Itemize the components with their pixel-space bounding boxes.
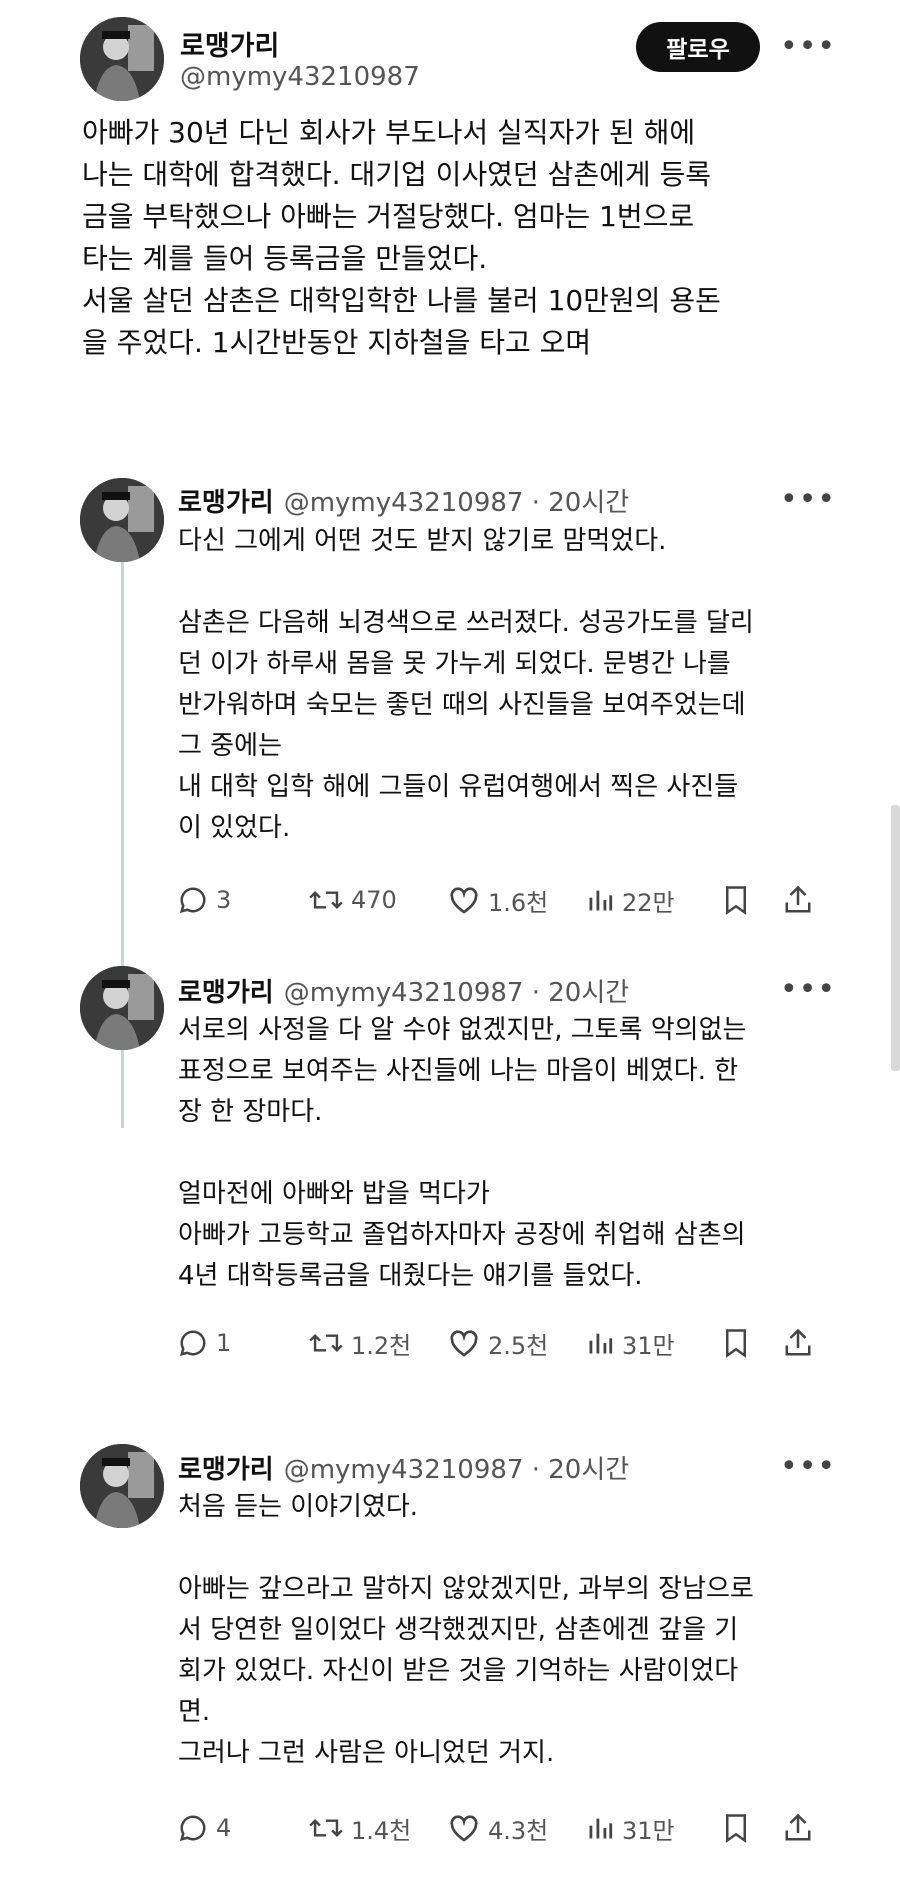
display-name[interactable]: 로맹가리 [180, 24, 279, 63]
separator: · [531, 978, 540, 1008]
more-options-icon[interactable]: ••• [780, 485, 836, 515]
reply-count: 3 [216, 886, 232, 914]
views-icon [589, 890, 613, 911]
action-bar: 4 1.4천 4.3천 31만 [178, 1808, 818, 1848]
separator: · [531, 1455, 540, 1485]
more-options-icon[interactable]: ••• [780, 1452, 836, 1482]
repost-count: 470 [351, 886, 397, 914]
heart-icon [450, 1330, 478, 1357]
repost-icon [309, 1333, 343, 1353]
timestamp[interactable]: 20시간 [548, 978, 629, 1008]
views-button[interactable]: 31만 [586, 1808, 675, 1848]
separator: · [531, 488, 540, 518]
like-count: 1.6천 [488, 888, 549, 917]
view-count: 31만 [622, 1816, 675, 1845]
avatar[interactable] [80, 478, 164, 562]
views-icon [589, 1818, 613, 1839]
share-button[interactable] [783, 1323, 813, 1363]
bookmark-icon [726, 1814, 746, 1843]
display-name[interactable]: 로맹가리 [178, 488, 274, 518]
repost-button[interactable]: 1.4천 [309, 1808, 411, 1848]
post-text: 아빠가 30년 다닌 회사가 부도나서 실직자가 된 해에 나는 대학에 합격했… [82, 116, 721, 359]
share-button[interactable] [783, 880, 813, 920]
reply-button[interactable]: 3 [178, 880, 231, 920]
bookmark-icon [726, 1329, 746, 1358]
view-count: 22만 [622, 888, 675, 917]
reply-button[interactable]: 4 [178, 1808, 231, 1848]
reply-text: 다신 그에게 어떤 것도 받지 않기로 맘먹었다. 삼촌은 다음해 뇌경색으로 … [178, 526, 754, 843]
reply-icon [179, 887, 206, 914]
user-handle[interactable]: @mymy43210987 [284, 978, 524, 1008]
like-button[interactable]: 4.3천 [448, 1808, 548, 1848]
share-button[interactable] [783, 1808, 813, 1848]
timestamp[interactable]: 20시간 [548, 1455, 629, 1485]
more-options-icon[interactable]: ••• [780, 975, 836, 1005]
like-count: 2.5천 [488, 1331, 549, 1360]
more-options-icon[interactable]: ••• [780, 32, 836, 62]
action-bar: 1 1.2천 2.5천 31만 [178, 1323, 818, 1363]
reply-icon [179, 1815, 206, 1842]
timestamp[interactable]: 20시간 [548, 488, 629, 518]
bookmark-icon [726, 886, 746, 915]
repost-icon [309, 890, 343, 910]
share-icon [785, 1328, 811, 1356]
views-button[interactable]: 31만 [586, 1323, 675, 1363]
share-icon [785, 885, 811, 913]
follow-button[interactable]: 팔로우 [636, 22, 760, 72]
heart-icon [450, 887, 478, 914]
repost-count: 1.4천 [351, 1816, 412, 1845]
heart-icon [450, 1815, 478, 1842]
reply-icon [179, 1330, 206, 1357]
share-icon [785, 1813, 811, 1841]
user-handle[interactable]: @mymy43210987 [180, 62, 420, 92]
scrollbar[interactable] [891, 805, 900, 1071]
display-name[interactable]: 로맹가리 [178, 978, 274, 1008]
reply-text: 서로의 사정을 다 알 수야 없겠지만, 그토록 악의없는 표정으로 보여주는 … [178, 1015, 747, 1291]
reply-header: 로맹가리 @mymy43210987 · 20시간 [178, 972, 629, 1009]
like-count: 4.3천 [488, 1816, 549, 1845]
bookmark-button[interactable] [723, 1323, 749, 1363]
avatar[interactable] [80, 1444, 164, 1528]
reply-header: 로맹가리 @mymy43210987 · 20시간 [178, 1449, 629, 1486]
display-name[interactable]: 로맹가리 [178, 1455, 274, 1485]
avatar[interactable] [80, 17, 164, 101]
repost-icon [309, 1818, 343, 1838]
reply-button[interactable]: 1 [178, 1323, 231, 1363]
reply-count: 1 [216, 1329, 232, 1357]
user-handle[interactable]: @mymy43210987 [284, 488, 524, 518]
repost-button[interactable]: 470 [309, 880, 397, 920]
reply-text: 처음 듣는 이야기였다. 아빠는 갚으라고 말하지 않았겠지만, 과부의 장남으… [178, 1492, 754, 1768]
reply-count: 4 [216, 1814, 232, 1842]
reply-header: 로맹가리 @mymy43210987 · 20시간 [178, 482, 629, 519]
views-button[interactable]: 22만 [586, 880, 675, 920]
like-button[interactable]: 2.5천 [448, 1323, 548, 1363]
repost-count: 1.2천 [351, 1331, 412, 1360]
repost-button[interactable]: 1.2천 [309, 1323, 411, 1363]
avatar[interactable] [80, 966, 164, 1050]
action-bar: 3 470 1.6천 22만 [178, 880, 818, 920]
view-count: 31만 [622, 1331, 675, 1360]
views-icon [589, 1333, 613, 1354]
user-handle[interactable]: @mymy43210987 [284, 1455, 524, 1485]
bookmark-button[interactable] [723, 1808, 749, 1848]
bookmark-button[interactable] [723, 880, 749, 920]
like-button[interactable]: 1.6천 [448, 880, 548, 920]
